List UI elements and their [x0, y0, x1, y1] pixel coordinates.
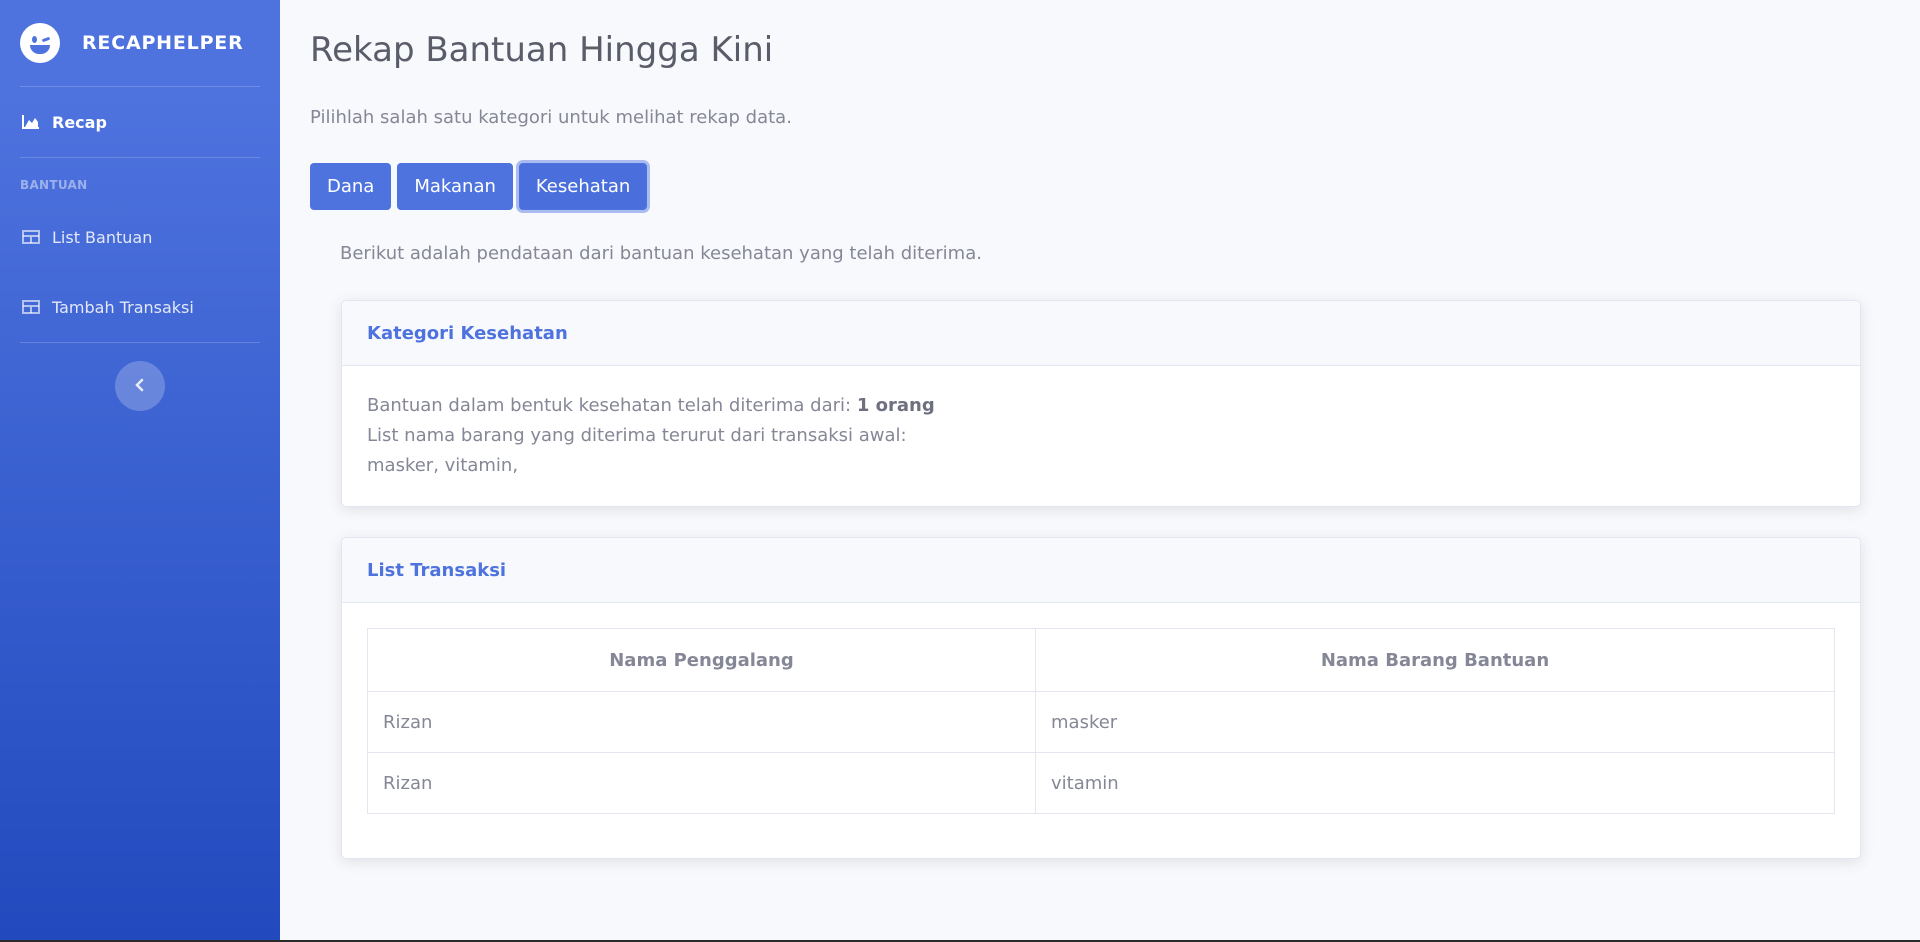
makanan-button[interactable]: Makanan — [397, 163, 513, 210]
table-cell: vitamin — [1035, 752, 1835, 814]
table-cell: Rizan — [367, 752, 1036, 814]
chart-area-icon — [22, 114, 40, 130]
main-content: Rekap Bantuan Hingga Kini Pilihlah salah… — [280, 0, 1920, 940]
sidebar-item-label: List Bantuan — [52, 227, 153, 247]
kesehatan-button[interactable]: Kesehatan — [518, 163, 648, 210]
table-header-row: Nama Penggalang Nama Barang Bantuan — [367, 628, 1835, 692]
card-title: List Transaksi — [342, 538, 1860, 603]
sidebar-item-label: Tambah Transaksi — [52, 297, 194, 317]
table-icon — [22, 299, 40, 315]
card-title: Kategori Kesehatan — [342, 301, 1860, 366]
sidebar-item-list-bantuan[interactable]: List Bantuan — [0, 202, 280, 272]
wink-face-icon — [20, 23, 60, 63]
table-icon — [22, 229, 40, 245]
card-body: Nama Penggalang Nama Barang Bantuan Riza… — [342, 603, 1860, 839]
table-row: Rizan masker — [367, 691, 1835, 753]
chevron-left-icon — [134, 377, 146, 396]
sidebar-item-label: Recap — [52, 112, 107, 132]
sidebar-item-tambah-transaksi[interactable]: Tambah Transaksi — [0, 272, 280, 342]
summary-label: Bantuan dalam bentuk kesehatan telah dit… — [367, 395, 857, 416]
category-info-text: Berikut adalah pendataan dari bantuan ke… — [340, 243, 982, 264]
transactions-table: Nama Penggalang Nama Barang Bantuan Riza… — [367, 628, 1835, 814]
sidebar-item-recap[interactable]: Recap — [0, 87, 280, 157]
sidebar-toggle-button[interactable] — [115, 361, 165, 411]
items-list: masker, vitamin, — [367, 455, 519, 476]
category-button-group: Dana Makanan Kesehatan — [310, 163, 648, 210]
received-summary: Bantuan dalam bentuk kesehatan telah dit… — [367, 391, 1835, 421]
column-header[interactable]: Nama Penggalang — [367, 628, 1036, 692]
table-row: Rizan vitamin — [367, 752, 1835, 814]
brand-link[interactable]: RECAPHELPER — [0, 0, 280, 86]
items-list-label: List nama barang yang diterima terurut d… — [367, 425, 907, 446]
card-body: Bantuan dalam bentuk kesehatan telah dit… — [342, 366, 1860, 506]
dana-button[interactable]: Dana — [310, 163, 392, 210]
sidebar-heading: BANTUAN — [20, 178, 88, 192]
sidebar-divider — [20, 342, 260, 343]
table-cell: Rizan — [367, 691, 1036, 753]
transactions-card: List Transaksi Nama Penggalang Nama Bara… — [341, 537, 1861, 859]
page-title: Rekap Bantuan Hingga Kini — [310, 30, 774, 70]
page-description: Pilihlah salah satu kategori untuk melih… — [310, 107, 792, 128]
table-cell: masker — [1035, 691, 1835, 753]
category-card: Kategori Kesehatan Bantuan dalam bentuk … — [341, 300, 1861, 507]
brand-name: RECAPHELPER — [82, 32, 244, 54]
column-header[interactable]: Nama Barang Bantuan — [1035, 628, 1835, 692]
sidebar: RECAPHELPER Recap BANTUAN List Bantuan T… — [0, 0, 280, 940]
donor-count: 1 orang — [856, 395, 935, 416]
